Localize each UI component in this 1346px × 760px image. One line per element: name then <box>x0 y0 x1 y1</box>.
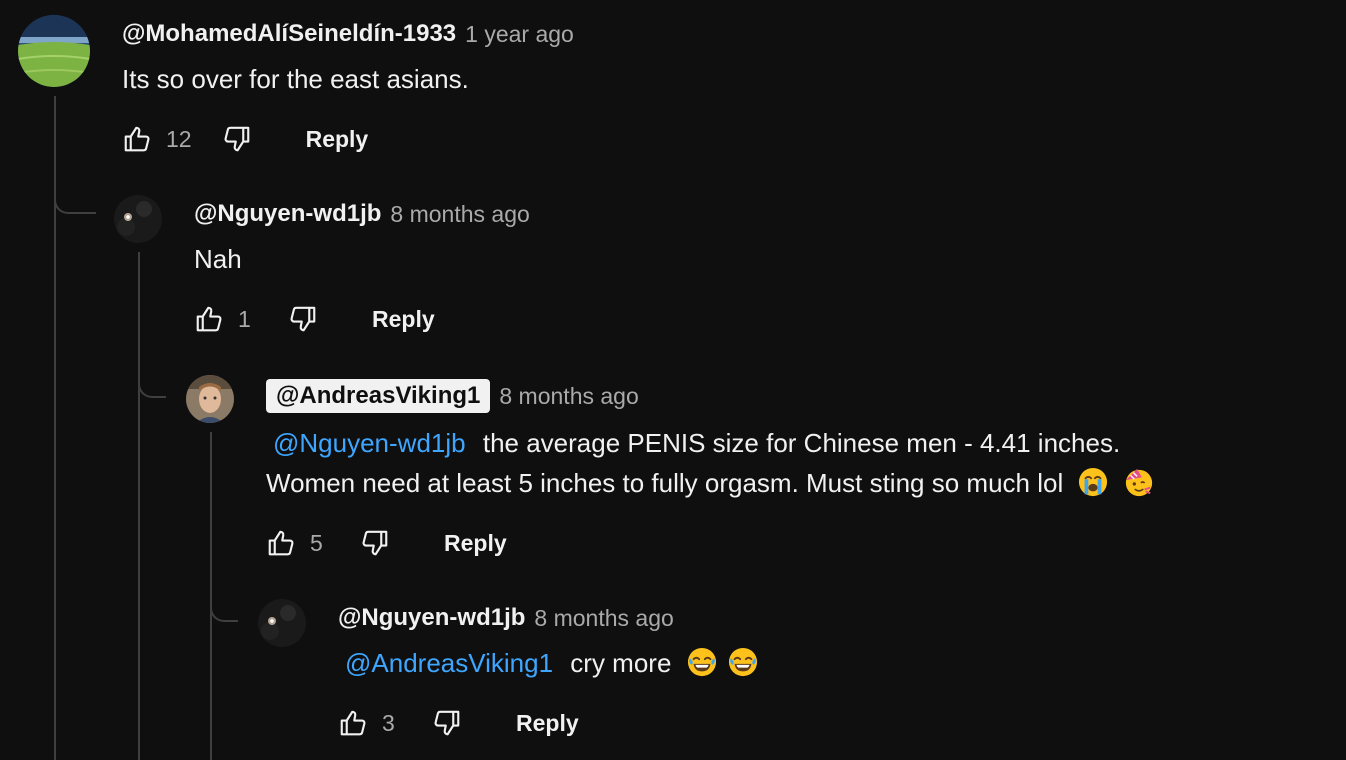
like-count: 3 <box>382 709 395 736</box>
timestamp[interactable]: 1 year ago <box>465 21 574 48</box>
comment-text-content: cry more <box>570 648 672 678</box>
avatar[interactable] <box>186 375 234 423</box>
comment-text: Nah <box>194 239 242 279</box>
soccer-stadium-avatar-icon <box>18 15 90 87</box>
like-count: 12 <box>166 125 192 152</box>
avatar[interactable] <box>114 195 162 243</box>
avatar[interactable] <box>18 15 90 87</box>
comment-actions: 5 Reply <box>266 523 507 563</box>
loudly-crying-face-icon <box>1078 467 1108 497</box>
like-icon[interactable] <box>194 304 224 334</box>
comment-text: @Nguyen-wd1jb the average PENIS size for… <box>266 423 1154 503</box>
author-handle[interactable]: @MohamedAlíSeineldín-1933 <box>122 20 456 48</box>
face-with-tears-of-joy-icon <box>687 647 717 677</box>
mention-link[interactable]: @AndreasViking1 <box>345 648 553 678</box>
like-count: 5 <box>310 529 323 556</box>
thread-connector <box>210 576 238 622</box>
comment-text-content: Its so over for the east asians. <box>122 64 469 94</box>
comment-header: @Nguyen-wd1jb 8 months ago <box>194 198 530 230</box>
reply-button[interactable]: Reply <box>516 710 579 737</box>
comment-text-content: the average PENIS size for Chinese men -… <box>482 428 1121 458</box>
reply-button[interactable]: Reply <box>372 306 435 333</box>
comment-header: @Nguyen-wd1jb 8 months ago <box>338 602 674 634</box>
author-handle[interactable]: @Nguyen-wd1jb <box>194 200 381 228</box>
comment-text: @AndreasViking1 cry more <box>338 643 758 683</box>
dislike-icon[interactable] <box>222 124 252 154</box>
comment-header: @MohamedAlíSeineldín-1933 1 year ago <box>122 18 574 50</box>
mention-link[interactable]: @Nguyen-wd1jb <box>273 428 466 458</box>
dislike-icon[interactable] <box>288 304 318 334</box>
comment-text-content: Nah <box>194 244 242 274</box>
author-handle-chip[interactable]: @AndreasViking1 <box>266 379 491 413</box>
dark-sparkle-avatar-icon <box>258 599 306 647</box>
author-handle[interactable]: @Nguyen-wd1jb <box>338 604 525 632</box>
comment-text: Its so over for the east asians. <box>122 59 469 99</box>
comment-header: @AndreasViking1 8 months ago <box>266 378 639 414</box>
like-icon[interactable] <box>338 708 368 738</box>
like-icon[interactable] <box>266 528 296 558</box>
partying-face-icon <box>1124 467 1154 497</box>
face-with-tears-of-joy-icon <box>728 647 758 677</box>
thread-connector <box>138 352 166 398</box>
like-count: 1 <box>238 305 251 332</box>
timestamp[interactable]: 8 months ago <box>499 383 638 410</box>
avatar[interactable] <box>258 599 306 647</box>
comment-line-1: @Nguyen-wd1jb the average PENIS size for… <box>266 423 1154 463</box>
comment-actions: 3 Reply <box>338 703 579 743</box>
like-icon[interactable] <box>122 124 152 154</box>
reply-button[interactable]: Reply <box>444 530 507 557</box>
thread-connector <box>54 168 96 214</box>
dark-sparkle-avatar-icon <box>114 195 162 243</box>
comment-text-content: Women need at least 5 inches to fully or… <box>266 468 1064 498</box>
dislike-icon[interactable] <box>360 528 390 558</box>
thread-line <box>138 252 140 760</box>
timestamp[interactable]: 8 months ago <box>390 201 529 228</box>
comment-actions: 12 Reply <box>122 119 368 159</box>
timestamp[interactable]: 8 months ago <box>534 605 673 632</box>
dislike-icon[interactable] <box>432 708 462 738</box>
man-portrait-avatar-icon <box>186 375 234 423</box>
comment-line-2: Women need at least 5 inches to fully or… <box>266 463 1154 503</box>
comment-actions: 1 Reply <box>194 299 435 339</box>
reply-button[interactable]: Reply <box>306 126 369 153</box>
